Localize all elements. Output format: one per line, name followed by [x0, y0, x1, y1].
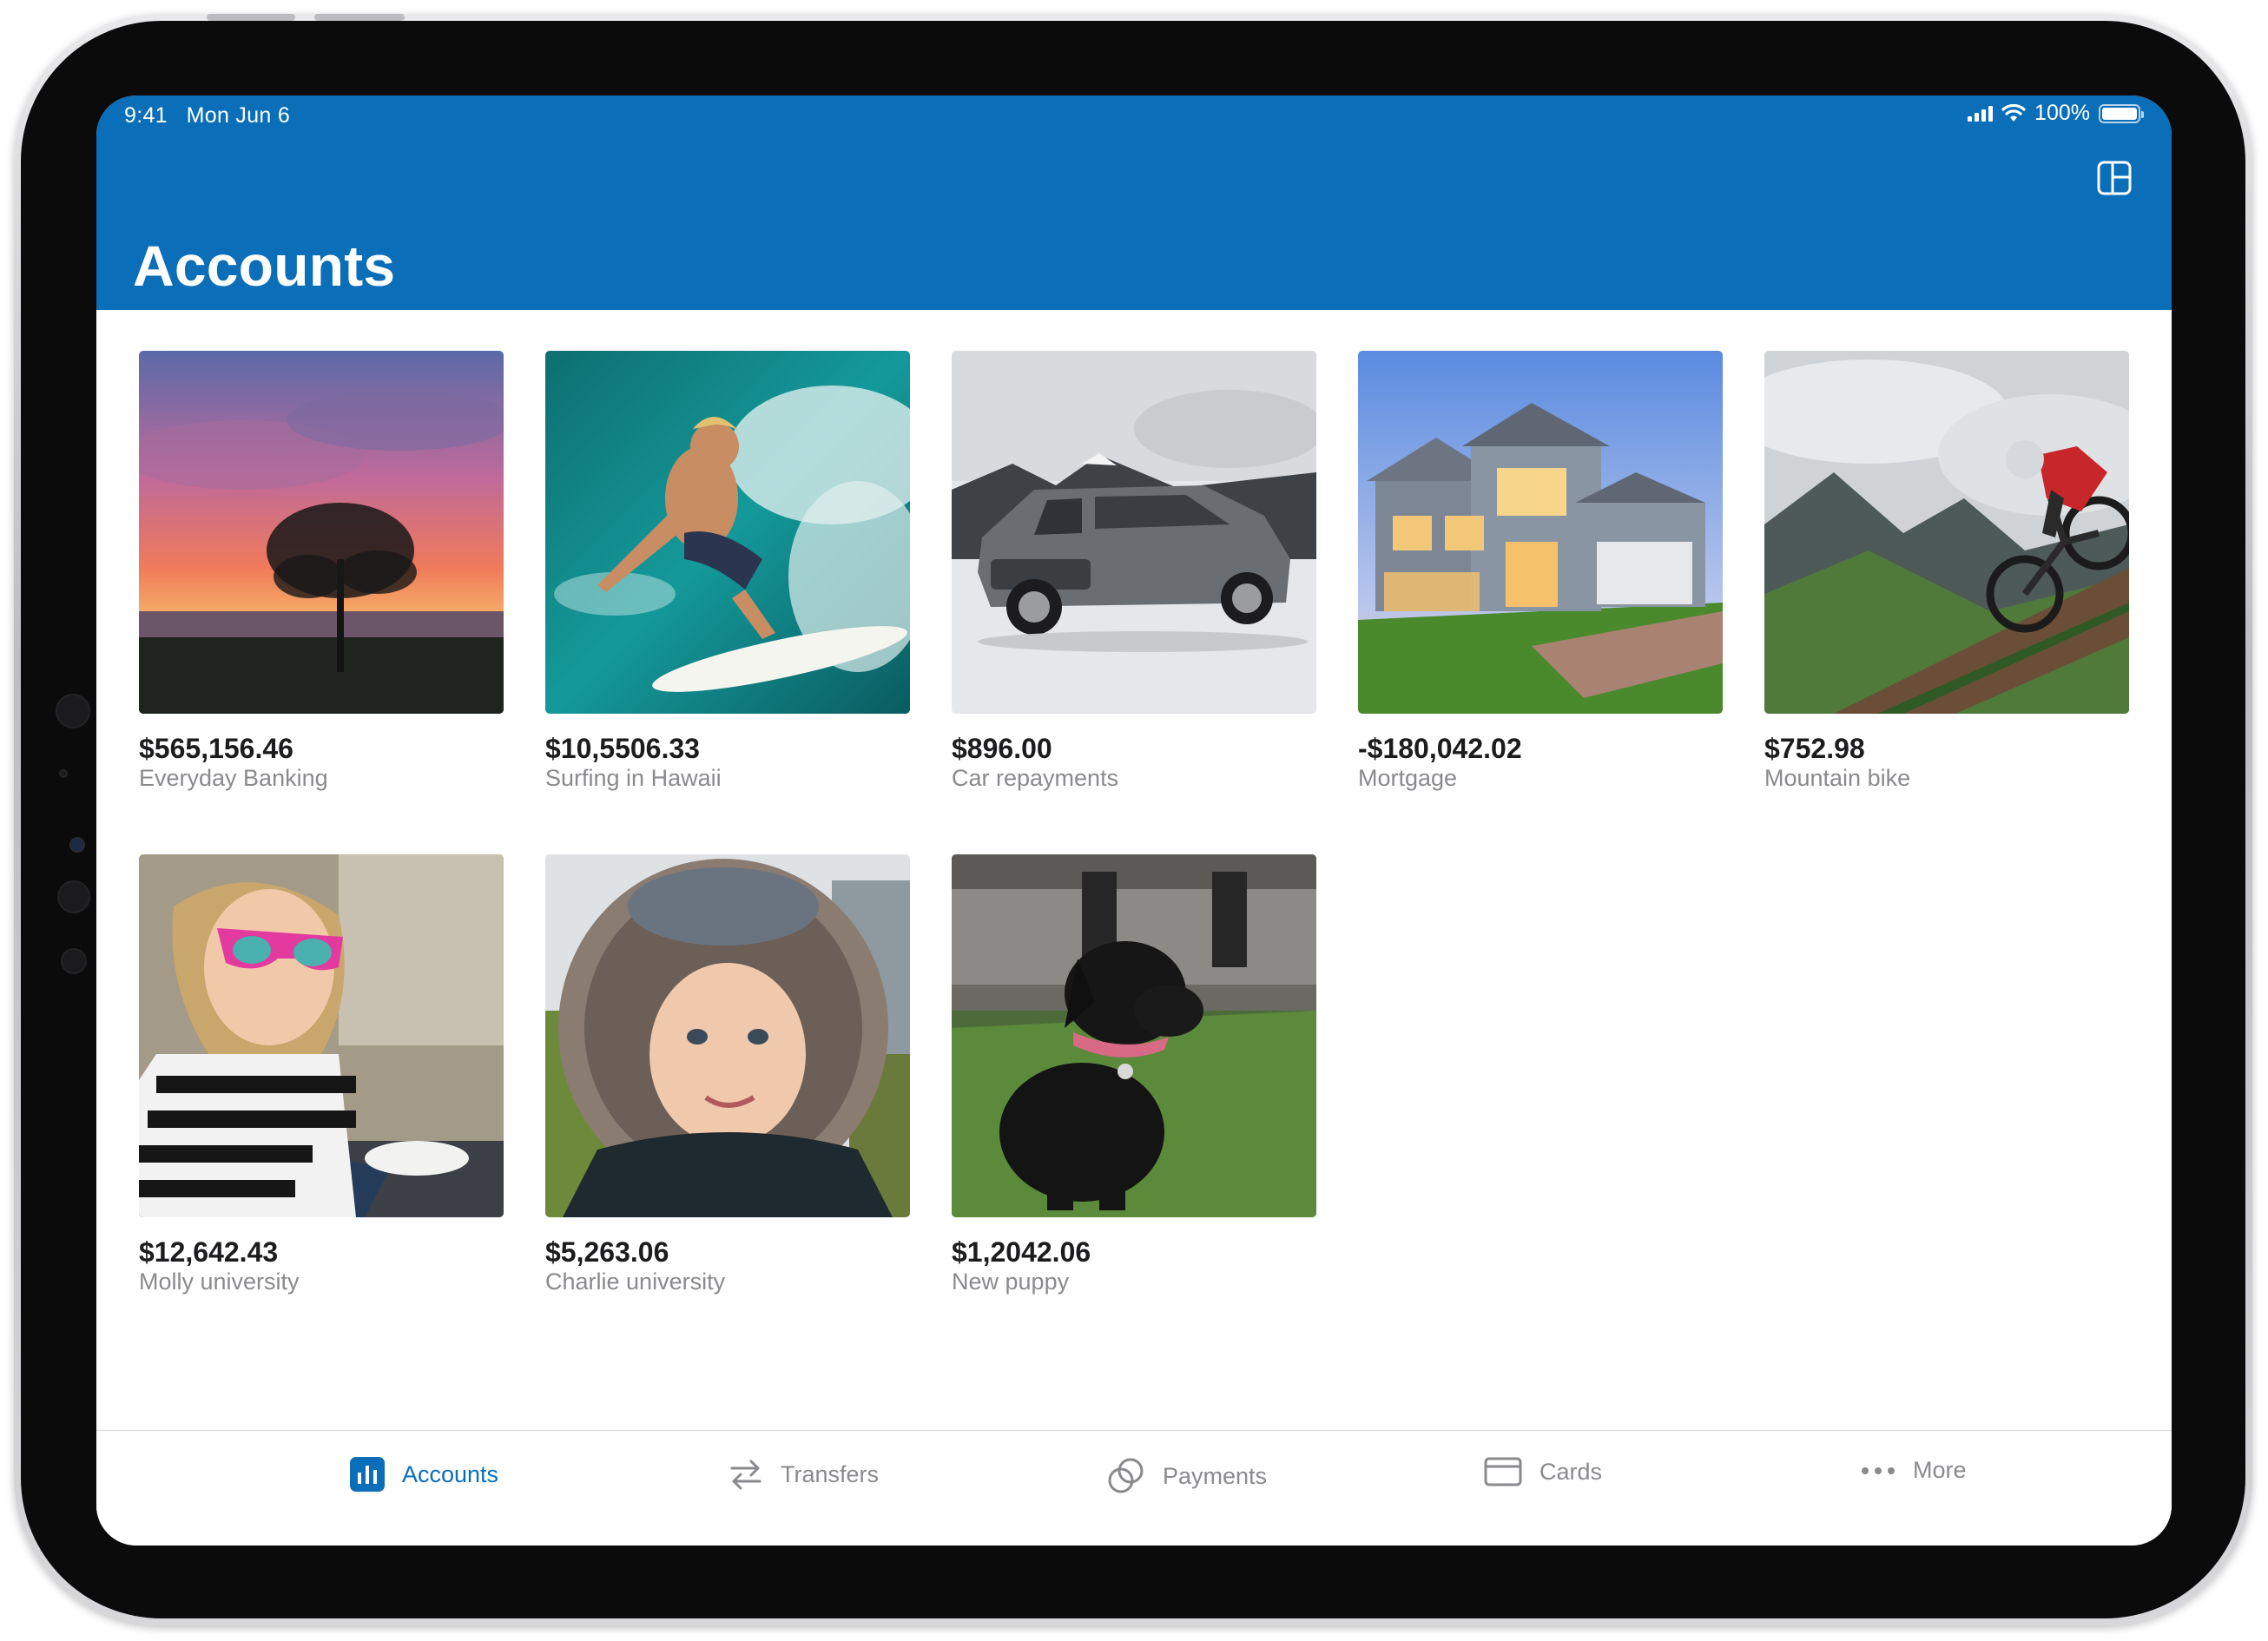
- account-image-sunset-tree: [139, 351, 504, 714]
- boy-fur-hood-image: [545, 854, 910, 1217]
- account-name: Car repayments: [952, 765, 1119, 791]
- house-image: [1358, 351, 1723, 714]
- black-puppy-image: [952, 854, 1316, 1217]
- battery-percent: 100%: [2034, 101, 2090, 125]
- account-image-house: [1358, 351, 1723, 714]
- account-amount: $12,642.43: [139, 1236, 279, 1268]
- account-card-surfing-in-hawaii[interactable]: $10,5506.33 Surfing in Hawaii: [545, 351, 910, 792]
- account-image-girl-sunglasses: [139, 854, 504, 1217]
- sensor-dot-icon: [59, 769, 68, 778]
- tab-accounts[interactable]: Accounts: [350, 1457, 498, 1492]
- account-card-molly-university[interactable]: $12,642.43 Molly university: [139, 854, 504, 1295]
- account-name: Molly university: [139, 1269, 300, 1295]
- front-camera-icon: [69, 837, 85, 853]
- wifi-icon: [2001, 103, 2026, 122]
- tab-cards[interactable]: Cards: [1484, 1457, 1602, 1486]
- account-image-black-puppy: [952, 854, 1316, 1217]
- volume-up-button: [207, 14, 295, 21]
- tab-label: More: [1913, 1457, 1967, 1483]
- account-name: New puppy: [952, 1269, 1070, 1295]
- cellular-signal-icon: [1968, 105, 1994, 122]
- status-indicators: 100%: [1968, 101, 2144, 126]
- navigation-header: 9:41 Mon Jun 6 100% Accounts: [96, 96, 2172, 310]
- circles-icon: [1108, 1458, 1144, 1493]
- sensor-icon: [57, 880, 90, 913]
- account-image-mountain-biker: [1764, 351, 2129, 714]
- battery-icon: [2099, 103, 2144, 123]
- account-amount: $1,2042.06: [952, 1236, 1091, 1268]
- tab-label: Cards: [1539, 1458, 1603, 1485]
- mountain-biker-image: [1764, 351, 2129, 714]
- girl-sunglasses-image: [139, 854, 504, 1217]
- status-time: 9:41 Mon Jun 6: [124, 103, 290, 129]
- chart-icon: [350, 1457, 385, 1492]
- account-name: Everyday Banking: [139, 765, 328, 791]
- account-name: Charlie university: [545, 1269, 726, 1295]
- account-card-new-puppy[interactable]: $1,2042.06 New puppy: [952, 854, 1316, 1295]
- account-image-surfer: [545, 351, 910, 714]
- account-name: Mountain bike: [1764, 765, 1911, 791]
- status-clock: 9:41: [124, 103, 168, 128]
- status-date: Mon Jun 6: [186, 103, 291, 128]
- account-image-suv: [952, 351, 1316, 714]
- card-icon: [1484, 1457, 1522, 1486]
- account-card-mountain-bike[interactable]: $752.98 Mountain bike: [1764, 351, 2129, 792]
- suv-image: [952, 351, 1316, 714]
- tab-label: Payments: [1163, 1462, 1268, 1489]
- account-card-everyday-banking[interactable]: $565,156.46 Everyday Banking: [139, 351, 504, 792]
- sensor-icon: [61, 948, 87, 974]
- tab-label: Transfers: [781, 1460, 880, 1487]
- tab-transfers[interactable]: Transfers: [729, 1457, 879, 1492]
- page-title: Accounts: [133, 234, 396, 298]
- tab-label: Accounts: [402, 1460, 499, 1487]
- volume-down-button: [314, 14, 405, 21]
- account-amount: $10,5506.33: [545, 733, 700, 764]
- account-amount: -$180,042.02: [1358, 733, 1522, 764]
- account-card-car-repayments[interactable]: $896.00 Car repayments: [952, 351, 1316, 792]
- camera-sensor-icon: [56, 694, 90, 728]
- arrows-icon: [730, 1460, 761, 1490]
- tab-more[interactable]: More: [1861, 1457, 1967, 1484]
- surfer-image: [545, 351, 910, 714]
- ellipsis-icon: [1862, 1466, 1895, 1474]
- account-amount: $565,156.46: [139, 733, 293, 764]
- account-amount: $896.00: [952, 733, 1052, 764]
- account-name: Surfing in Hawaii: [545, 765, 722, 791]
- account-card-charlie-university[interactable]: $5,263.06 Charlie university: [545, 854, 910, 1295]
- sidebar-layout-icon[interactable]: [2096, 160, 2133, 196]
- sunset-tree-image: [139, 351, 504, 714]
- tab-payments[interactable]: Payments: [1107, 1457, 1267, 1495]
- account-amount: $5,263.06: [545, 1236, 669, 1268]
- app-screen: 9:41 Mon Jun 6 100% Accounts $565,156.46…: [96, 96, 2172, 1545]
- account-amount: $752.98: [1764, 733, 1865, 764]
- tab-bar: Accounts Transfers Payments Cards More: [96, 1430, 2172, 1545]
- account-card-mortgage[interactable]: -$180,042.02 Mortgage: [1358, 351, 1723, 792]
- account-name: Mortgage: [1358, 765, 1458, 791]
- account-image-boy-fur-hood: [545, 854, 910, 1217]
